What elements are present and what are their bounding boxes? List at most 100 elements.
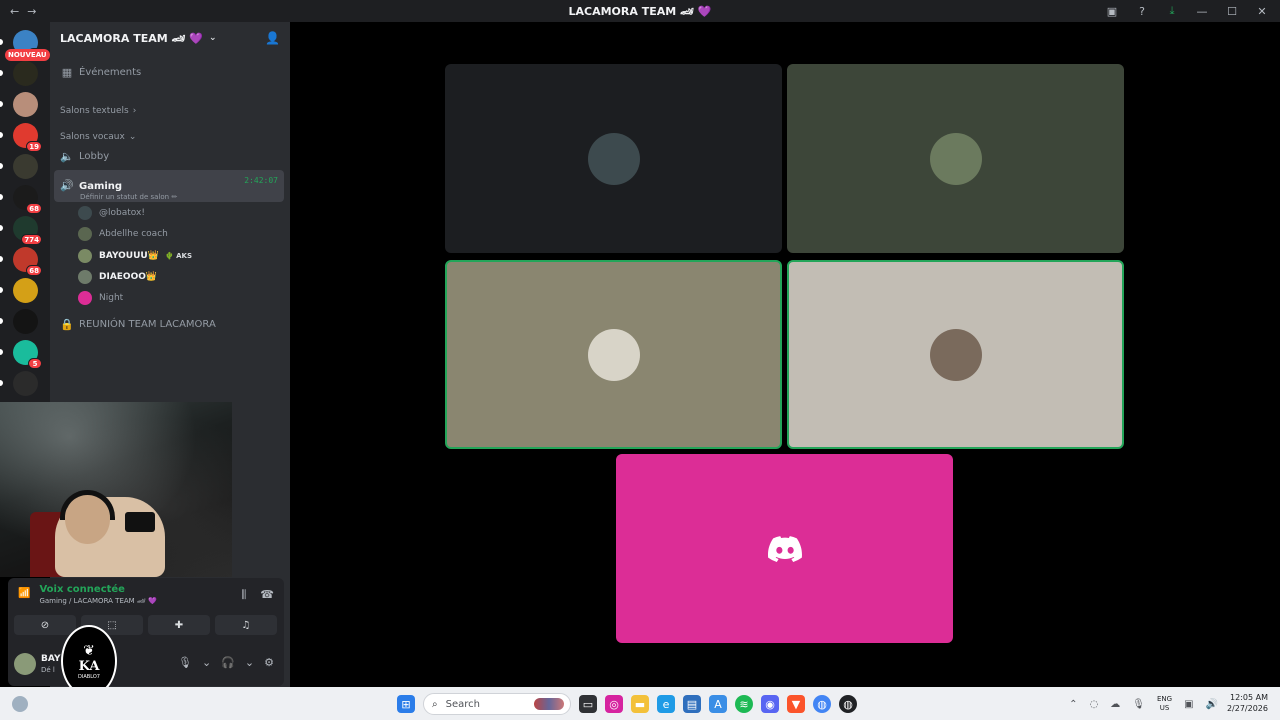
mention-badge: 774 [21,234,42,245]
server-icon[interactable]: 774 [0,216,42,245]
discord-icon[interactable]: ◉ [761,695,779,713]
add-member-icon[interactable]: 👤 [265,31,280,45]
server-icon[interactable]: 19 [0,123,42,152]
server-icon[interactable]: 68 [0,185,42,214]
region-code: US [1159,704,1170,712]
member-activity: 🌵 AKS [164,251,192,260]
noise-suppression-icon[interactable]: ⫼ [241,588,246,602]
avatar[interactable] [14,653,36,675]
search-input[interactable]: ⌕ Search [423,693,571,715]
back-arrow-icon[interactable]: ← [10,5,19,18]
logo-monogram: KA [78,658,100,674]
unread-indicator [0,39,3,45]
voice-location[interactable]: Gaming / LACAMORA TEAM 🏎 💜 [39,597,156,605]
participant-tile[interactable] [787,260,1124,449]
server-icon[interactable] [0,61,38,86]
member-name: BAYOUUU👑 [99,250,159,261]
microphone-icon[interactable]: 🎙 [178,656,192,669]
clock[interactable]: 12:05 AM 2/27/2026 [1227,692,1268,714]
weather-icon[interactable] [12,696,28,712]
server-icon[interactable]: 68 [0,247,42,276]
chrome-icon[interactable]: ◍ [813,695,831,713]
participant-tile[interactable] [787,64,1124,253]
forward-arrow-icon[interactable]: → [27,5,36,18]
participant-tile[interactable] [445,64,782,253]
camera-off-button[interactable]: ⊘ [14,615,76,635]
member-name: DIAEOOO👑 [99,271,158,282]
spotify-icon[interactable]: ≋ [735,695,753,713]
chevron-down-icon[interactable]: ⌄ [202,656,211,669]
new-badge: NOUVEAU [5,49,50,61]
soundboard-button[interactable]: ♫ [215,615,277,635]
title-bar: ← → LACAMORA TEAM 🏎 💜 ▣ ? ⤓ — ☐ ✕ [0,0,1280,22]
language-code: ENG [1157,695,1173,703]
voice-member[interactable]: @lobatox! [78,206,145,220]
avatar [929,328,982,381]
volume-icon[interactable]: 🔊 [1206,699,1218,710]
time: 12:05 AM [1230,693,1268,702]
server-icon[interactable] [0,371,38,396]
events-label: Événements [79,67,142,78]
unread-indicator [0,287,3,293]
chrome-canary-icon[interactable]: ◍ [839,695,857,713]
unread-indicator [0,256,3,262]
member-name: Abdellhe coach [99,229,168,240]
avatar [78,291,92,306]
webcam-overlay [0,402,232,577]
task-view-icon[interactable]: ▭ [579,695,597,713]
network-icon[interactable]: ▣ [1184,699,1193,710]
avatar [929,132,982,185]
window-title: LACAMORA TEAM 🏎 💜 [568,4,712,18]
close-button[interactable]: ✕ [1254,3,1270,19]
download-icon[interactable]: ⤓ [1164,3,1180,19]
avatar [78,206,92,220]
server-icon[interactable]: 5 [0,340,42,369]
avatar [78,269,92,284]
tray-app-icon[interactable]: ◌ [1090,699,1099,710]
gear-icon[interactable]: ⚙ [264,656,274,669]
server-icon[interactable] [0,92,38,117]
voice-member[interactable]: BAYOUUU👑 🌵 AKS [78,248,192,263]
chevron-down-icon[interactable]: ⌄ [245,656,254,669]
server-icon[interactable] [0,278,38,303]
guild-header[interactable]: LACAMORA TEAM 🏎 💜 ⌄ 👤 [50,22,290,54]
file-explorer-icon[interactable]: ▬ [631,695,649,713]
speaker-icon: 🔈 [60,150,74,163]
category-voice-channels[interactable]: Salons vocaux ⌄ [54,132,284,142]
voice-member[interactable]: Night [78,291,123,306]
server-icon[interactable] [0,154,38,179]
voice-channel-locked[interactable]: 🔒 REUNIÓN TEAM LACAMORA [54,318,284,331]
user-bar: BAY Dé l 🎙 ⌄ 🎧 ⌄ ⚙ [8,648,284,686]
help-icon[interactable]: ? [1134,3,1150,19]
unread-indicator [0,163,3,169]
category-text-channels[interactable]: Salons textuels › [54,106,284,116]
chevron-up-icon[interactable]: ⌃ [1069,699,1077,710]
logo-tag: DIABLO7 [78,673,100,680]
call-timer: 2:42:07 [244,176,278,185]
azure-icon[interactable]: A [709,695,727,713]
cloud-icon[interactable]: ☁ [1110,699,1120,710]
store-icon[interactable]: ▤ [683,695,701,713]
microphone-icon[interactable]: 🎙 [1132,699,1145,710]
voice-channel-gaming[interactable]: 🔊 Gaming Définir un statut de salon ✏ 2:4… [54,170,284,202]
maximize-button[interactable]: ☐ [1224,3,1240,19]
headphones-icon[interactable]: 🎧 [221,656,235,669]
channel-status[interactable]: Définir un statut de salon ✏ [80,193,278,201]
activities-button[interactable]: ✚ [148,615,210,635]
minimize-button[interactable]: — [1194,3,1210,19]
server-icon[interactable] [0,309,38,334]
brave-icon[interactable]: ▼ [787,695,805,713]
inbox-icon[interactable]: ▣ [1104,3,1120,19]
language-indicator[interactable]: ENG US [1157,695,1172,713]
events-item[interactable]: ▦ Événements [54,66,284,79]
edge-icon[interactable]: e [657,695,675,713]
voice-member[interactable]: DIAEOOO👑 [78,269,158,284]
participant-tile[interactable] [616,454,953,643]
voice-member[interactable]: Abdellhe coach [78,227,168,242]
signal-icon[interactable]: 📶 [18,588,30,605]
disconnect-icon[interactable]: ☎ [260,588,274,602]
participant-tile[interactable] [445,260,782,449]
voice-channel-lobby[interactable]: 🔈 Lobby [54,150,284,163]
instagram-icon[interactable]: ◎ [605,695,623,713]
windows-start-icon[interactable]: ⊞ [397,695,415,713]
